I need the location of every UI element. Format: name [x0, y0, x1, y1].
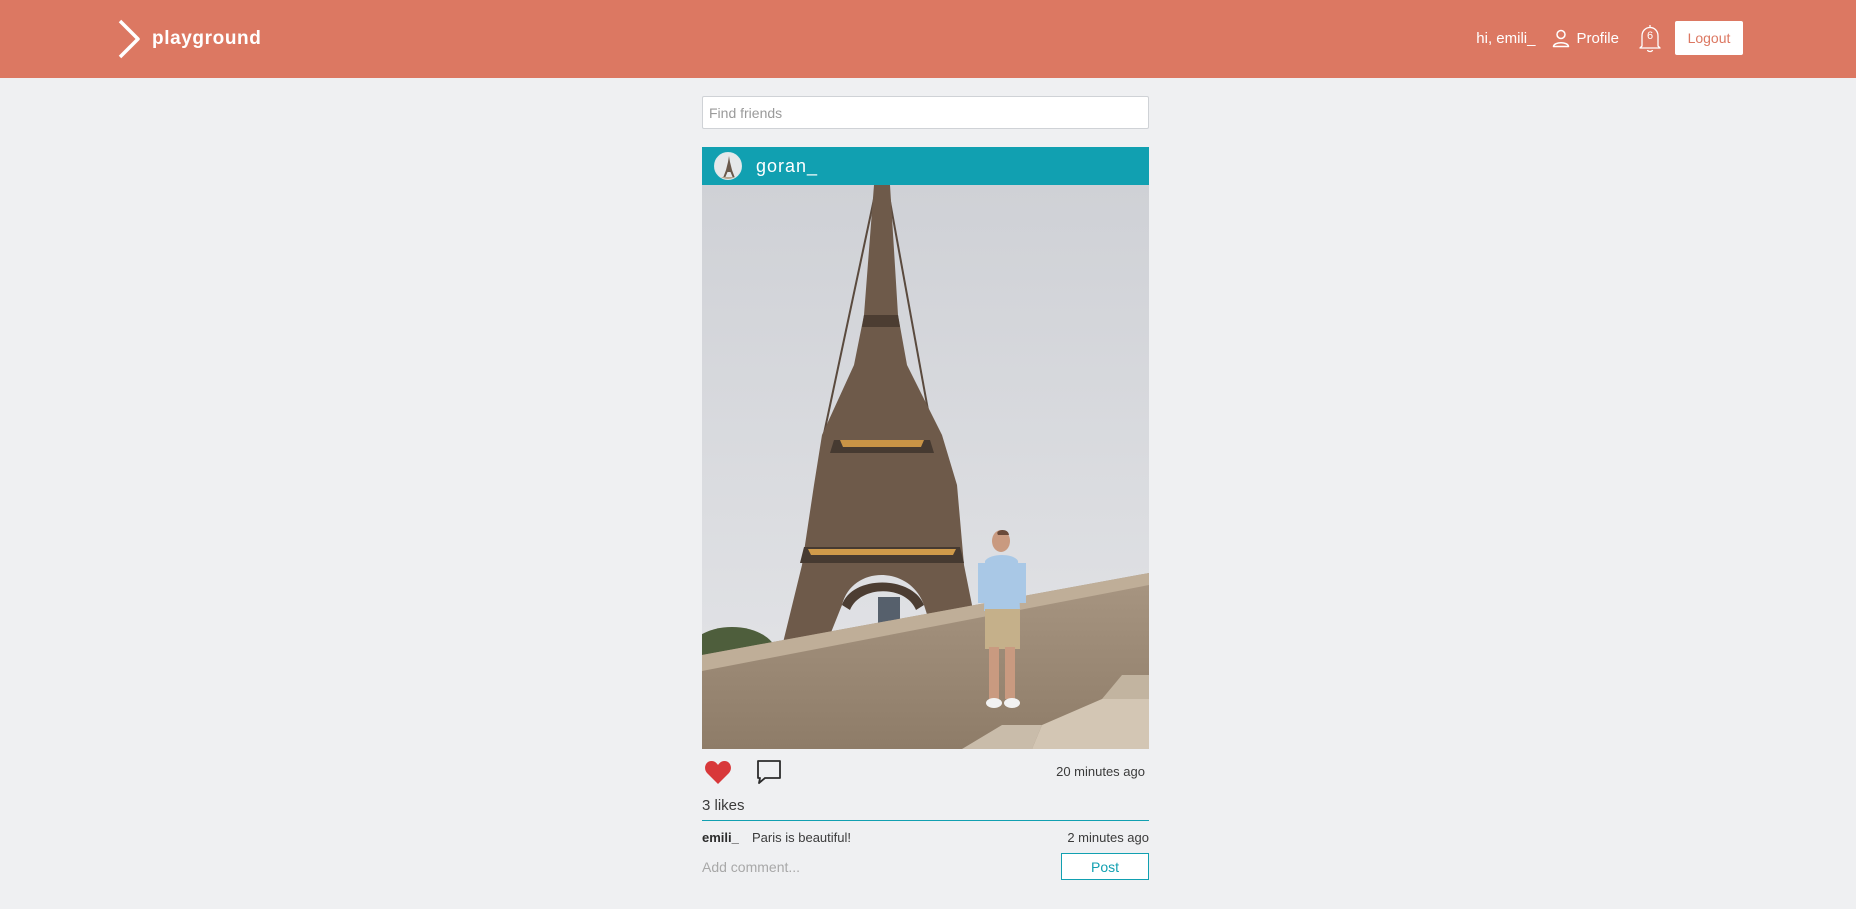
- comment-timestamp: 2 minutes ago: [1067, 830, 1149, 845]
- brand-name: playground: [152, 28, 262, 49]
- logout-button[interactable]: Logout: [1675, 21, 1743, 55]
- header-actions: hi, emili_ Profile 6 Logout: [1476, 21, 1743, 55]
- user-icon: [1553, 29, 1570, 48]
- post-actions: 20 minutes ago: [702, 749, 1149, 795]
- heart-icon: [705, 761, 731, 784]
- comment-author[interactable]: emili_: [702, 830, 739, 845]
- chevron-right-icon: [118, 19, 140, 59]
- add-comment-form: Post: [702, 851, 1149, 885]
- like-button[interactable]: [704, 759, 732, 785]
- profile-link[interactable]: Profile: [1551, 28, 1619, 48]
- add-comment-input[interactable]: [702, 855, 1042, 879]
- avatar-image: [715, 153, 741, 179]
- top-navbar: playground hi, emili_ Profile 6 Logout: [0, 0, 1856, 78]
- post-username[interactable]: goran_: [756, 156, 818, 177]
- comment-icon: [757, 760, 781, 784]
- post-photo: [702, 185, 1149, 749]
- post-comment-button[interactable]: Post: [1061, 853, 1149, 880]
- comment-text: Paris is beautiful!: [752, 830, 851, 845]
- notifications-button[interactable]: 6: [1637, 22, 1663, 54]
- feed-column: goran_: [702, 96, 1149, 885]
- comment-item: emili_ Paris is beautiful! 2 minutes ago: [702, 821, 1149, 851]
- notification-count-badge: 6: [1646, 30, 1654, 42]
- post-card: goran_ 20 minutes ago 3 likes emili_ Par…: [702, 147, 1149, 885]
- profile-label: Profile: [1576, 29, 1619, 47]
- comment-button[interactable]: [756, 759, 782, 785]
- likes-count[interactable]: 3 likes: [702, 795, 1149, 821]
- post-header: goran_: [702, 147, 1149, 185]
- post-timestamp: 20 minutes ago: [1056, 764, 1145, 779]
- find-friends-input[interactable]: [702, 96, 1149, 129]
- avatar[interactable]: [714, 152, 742, 180]
- greeting-text: hi, emili_: [1476, 29, 1536, 47]
- brand-logo[interactable]: playground: [116, 19, 261, 59]
